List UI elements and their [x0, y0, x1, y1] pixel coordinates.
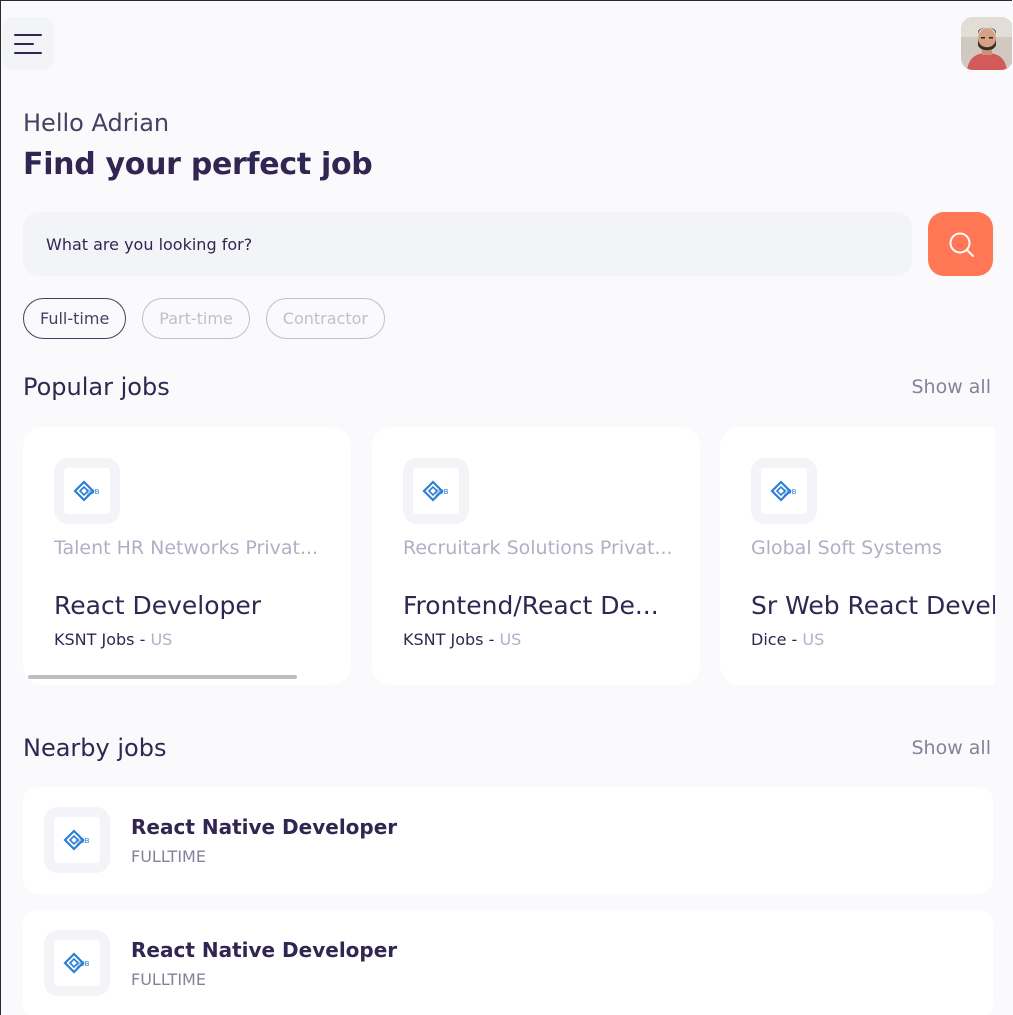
job-title: React Native Developer [131, 815, 398, 839]
hamburger-menu-icon-line [14, 42, 34, 45]
menu-button[interactable] [2, 17, 54, 70]
app-screen: Hello Adrian Find your perfect job Full-… [0, 0, 1012, 1015]
job-title: React Native Developer [131, 938, 398, 962]
carousel-scrollbar[interactable] [28, 675, 297, 679]
company-name: Global Soft Systems [751, 537, 942, 559]
job-publisher-location: KSNT Jobs - US [403, 630, 521, 649]
search-button[interactable] [928, 212, 993, 276]
popular-jobs-carousel[interactable]: JOB Talent HR Networks Privat... React D… [23, 427, 995, 685]
search-icon [949, 232, 974, 257]
job-country: US [802, 630, 825, 649]
company-logo: JOB [44, 930, 110, 996]
company-name: Recruitark Solutions Privat... [403, 537, 673, 559]
greeting-text: Hello Adrian [23, 109, 170, 137]
user-profile-photo [961, 17, 1012, 70]
popular-jobs-title: Popular jobs [23, 373, 170, 401]
job-publisher: KSNT Jobs [403, 630, 484, 649]
job-publisher: KSNT Jobs [54, 630, 135, 649]
search-input[interactable] [44, 233, 912, 255]
tab-full-time[interactable]: Full-time [23, 298, 127, 339]
hamburger-menu-icon-line [14, 51, 42, 54]
job-logo-icon: JOB [73, 480, 100, 502]
job-title[interactable]: Sr Web React Devel [751, 591, 995, 620]
tab-contractor[interactable]: Contractor [265, 298, 385, 339]
tab-part-time[interactable]: Part-time [142, 298, 250, 339]
company-name: Talent HR Networks Privat... [54, 537, 319, 559]
company-logo[interactable]: JOB [751, 458, 817, 524]
company-logo: JOB [44, 807, 110, 873]
job-logo-icon: JOB [422, 480, 449, 502]
svg-text:JOB: JOB [76, 960, 90, 968]
search-container [23, 212, 912, 276]
company-logo[interactable]: JOB [54, 458, 120, 524]
job-title[interactable]: Frontend/React De... [403, 591, 683, 620]
job-type: FULLTIME [131, 847, 206, 866]
page-title: Find your perfect job [23, 147, 373, 182]
job-publisher: Dice [751, 630, 787, 649]
meta-separator: - [483, 630, 500, 649]
meta-separator: - [134, 630, 151, 649]
nearby-job-card[interactable]: JOB React Native Developer FULLTIME [23, 910, 993, 1015]
nearby-job-card[interactable]: JOB React Native Developer FULLTIME [23, 787, 993, 894]
job-type: FULLTIME [131, 970, 206, 989]
svg-text:JOB: JOB [86, 488, 100, 496]
meta-separator: - [786, 630, 803, 649]
popular-job-card[interactable]: JOB Talent HR Networks Privat... React D… [23, 427, 351, 685]
job-country: US [499, 630, 522, 649]
company-logo[interactable]: JOB [403, 458, 469, 524]
job-publisher-location: KSNT Jobs - US [54, 630, 172, 649]
profile-avatar[interactable] [961, 17, 1012, 70]
svg-text:JOB: JOB [76, 837, 90, 845]
svg-text:JOB: JOB [435, 488, 449, 496]
hamburger-menu-icon [14, 33, 42, 36]
job-logo-icon: JOB [770, 480, 797, 502]
job-logo-icon: JOB [63, 952, 90, 974]
job-publisher-location: Dice - US [751, 630, 824, 649]
popular-job-card[interactable]: JOB Global Soft Systems Sr Web React Dev… [720, 427, 995, 685]
nearby-show-all-link[interactable]: Show all [911, 737, 991, 759]
svg-text:JOB: JOB [783, 488, 797, 496]
job-title[interactable]: React Developer [54, 591, 334, 620]
popular-job-card[interactable]: JOB Recruitark Solutions Privat... Front… [372, 427, 700, 685]
job-logo-icon: JOB [63, 829, 90, 851]
job-type-tabs: Full-time Part-time Contractor [23, 298, 385, 339]
popular-show-all-link[interactable]: Show all [911, 376, 991, 398]
job-country: US [150, 630, 173, 649]
nearby-jobs-title: Nearby jobs [23, 734, 167, 762]
